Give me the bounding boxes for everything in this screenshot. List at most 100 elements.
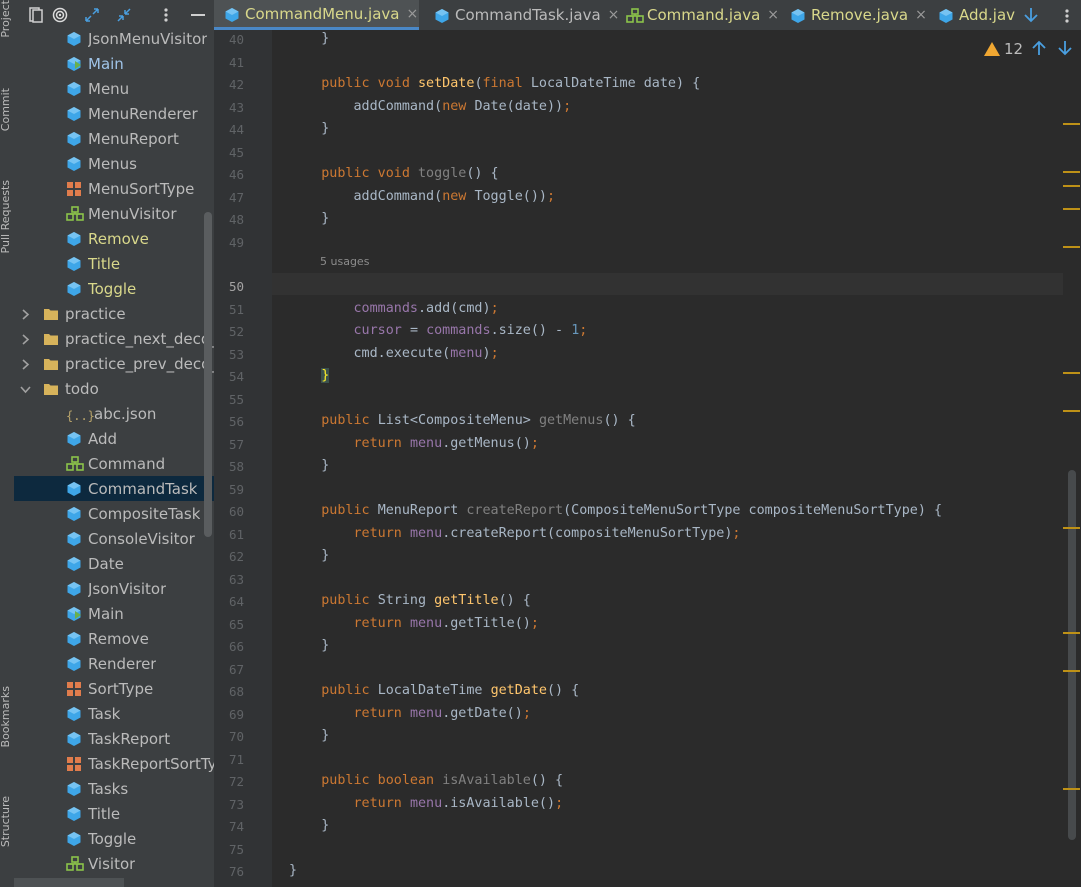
warning-marker[interactable]	[1063, 171, 1080, 173]
more-options-icon[interactable]	[1065, 8, 1069, 27]
tree-item[interactable]: Task	[14, 701, 214, 726]
editor-tab[interactable]: Command.java ×	[616, 0, 780, 30]
usages-hint[interactable]: 5 usages	[320, 255, 369, 268]
pull-requests-tool-button[interactable]: Pull Requests	[0, 180, 12, 253]
warning-marker[interactable]	[1063, 208, 1080, 210]
editor-tab[interactable]: Add.jav	[928, 0, 1081, 30]
target-icon[interactable]	[50, 5, 70, 25]
code-line[interactable]: }	[289, 548, 329, 563]
previous-highlight-icon[interactable]	[1032, 40, 1046, 60]
tree-item[interactable]: Tasks	[14, 776, 214, 801]
warning-marker[interactable]	[1063, 788, 1080, 790]
project-tool-button[interactable]: Project	[0, 0, 12, 38]
inspection-widget[interactable]: 12	[984, 40, 1023, 58]
warning-marker[interactable]	[1063, 185, 1080, 187]
tree-item[interactable]: practice_prev_deco_fo	[14, 351, 214, 376]
tree-item[interactable]: Title	[14, 251, 214, 276]
close-tab-icon[interactable]: ×	[767, 7, 779, 23]
code-line[interactable]: cursor = commands.size() - 1;	[289, 323, 588, 338]
warning-marker[interactable]	[1063, 527, 1080, 529]
code-line[interactable]: }	[289, 638, 329, 653]
tree-item[interactable]: SortType	[14, 676, 214, 701]
warning-marker[interactable]	[1063, 410, 1080, 412]
tree-item[interactable]: CompositeTask	[14, 501, 214, 526]
code-line[interactable]: addCommand(new Toggle());	[289, 189, 555, 204]
tree-item[interactable]: JsonVisitor	[14, 576, 214, 601]
code-line[interactable]: }	[289, 31, 329, 46]
editor-tab[interactable]: CommandMenu.java ×	[214, 0, 419, 30]
close-tab-icon[interactable]: ×	[915, 7, 927, 23]
code-line[interactable]: public List<CompositeMenu> getMenus() {	[289, 413, 635, 428]
tree-item[interactable]: MenuSortType	[14, 176, 214, 201]
tab-list-icon[interactable]	[1024, 7, 1038, 27]
chevron-right-icon[interactable]	[20, 333, 30, 345]
code-line[interactable]: }	[289, 863, 297, 878]
tree-item[interactable]: practice_next_deco_fo	[14, 326, 214, 351]
tree-item[interactable]: todo	[14, 376, 214, 401]
warning-marker[interactable]	[1063, 246, 1080, 248]
tree-item[interactable]: Title	[14, 801, 214, 826]
tree-item[interactable]: MenuReport	[14, 126, 214, 151]
expand-all-icon[interactable]	[82, 5, 102, 25]
warning-marker[interactable]	[1063, 632, 1080, 634]
code-line[interactable]: public LocalDateTime getDate() {	[289, 683, 579, 698]
tree-item[interactable]: Remove	[14, 626, 214, 651]
code-line[interactable]: }	[289, 728, 329, 743]
tree-item[interactable]: TaskReportSortTyp	[14, 751, 214, 776]
code-line[interactable]: public void setDate(final LocalDateTime …	[289, 76, 700, 91]
editor-tab[interactable]: Remove.java ×	[780, 0, 928, 30]
tree-item[interactable]: Remove	[14, 226, 214, 251]
code-editor[interactable]: } public void setDate(final LocalDateTim…	[272, 30, 1072, 887]
tree-item[interactable]: Toggle	[14, 276, 214, 301]
code-line[interactable]: public boolean isAvailable() {	[289, 773, 563, 788]
bookmarks-tool-button[interactable]: Bookmarks	[0, 686, 12, 747]
code-line[interactable]: }	[289, 818, 329, 833]
code-line[interactable]: return menu.createReport(compositeMenuSo…	[289, 526, 741, 541]
tree-item[interactable]: {..} abc.json	[14, 401, 214, 426]
editor-scrollbar[interactable]	[1068, 470, 1076, 840]
code-line[interactable]: return menu.getMenus();	[289, 436, 539, 451]
commit-tool-button[interactable]: Commit	[0, 88, 12, 131]
tree-item[interactable]: MenuVisitor	[14, 201, 214, 226]
warning-marker[interactable]	[1063, 123, 1080, 125]
code-line[interactable]: return menu.getDate();	[289, 706, 531, 721]
close-tab-icon[interactable]: ×	[406, 6, 418, 22]
code-line[interactable]: public void toggle() {	[289, 166, 498, 181]
tree-item[interactable]: Main	[14, 51, 214, 76]
warning-marker[interactable]	[1063, 670, 1080, 672]
tree-item[interactable]: TaskReport	[14, 726, 214, 751]
tree-item[interactable]: Visitor	[14, 851, 214, 876]
code-line[interactable]: cmd.execute(menu);	[289, 346, 498, 361]
structure-tool-button[interactable]: Structure	[0, 796, 12, 847]
select-opened-file-icon[interactable]	[26, 5, 46, 25]
editor-tab[interactable]: CommandTask.java ×	[424, 0, 620, 30]
next-highlight-icon[interactable]	[1058, 40, 1072, 60]
tree-item[interactable]: Main	[14, 601, 214, 626]
tree-item[interactable]: Date	[14, 551, 214, 576]
collapse-all-icon[interactable]	[114, 5, 134, 25]
code-line[interactable]: return menu.getTitle();	[289, 616, 539, 631]
tree-item[interactable]: Command	[14, 451, 214, 476]
chevron-right-icon[interactable]	[20, 308, 30, 320]
code-line[interactable]: }	[289, 458, 329, 473]
tree-item[interactable]: MenuRenderer	[14, 101, 214, 126]
code-line[interactable]: }	[289, 368, 330, 383]
tree-item[interactable]: Toggle	[14, 826, 214, 851]
tree-item[interactable]: Menus	[14, 151, 214, 176]
tree-item[interactable]: Add	[14, 426, 214, 451]
code-line[interactable]: public String getTitle() {	[289, 593, 531, 608]
options-menu-icon[interactable]	[156, 5, 176, 25]
tree-item[interactable]: Menu	[14, 76, 214, 101]
tree-item[interactable]: ConsoleVisitor	[14, 526, 214, 551]
code-line[interactable]: }	[289, 211, 329, 226]
code-line[interactable]: public MenuReport createReport(Composite…	[289, 503, 942, 518]
warning-marker[interactable]	[1063, 372, 1080, 374]
hide-panel-icon[interactable]	[188, 5, 208, 25]
code-line[interactable]: commands.add(cmd);	[289, 301, 499, 316]
project-scrollbar[interactable]	[204, 212, 212, 537]
tree-item[interactable]: CommandTask	[14, 476, 214, 501]
code-line[interactable]: addCommand(new Date(date));	[289, 99, 571, 114]
tree-item[interactable]: Renderer	[14, 651, 214, 676]
tree-item[interactable]: practice	[14, 301, 214, 326]
chevron-right-icon[interactable]	[20, 358, 30, 370]
